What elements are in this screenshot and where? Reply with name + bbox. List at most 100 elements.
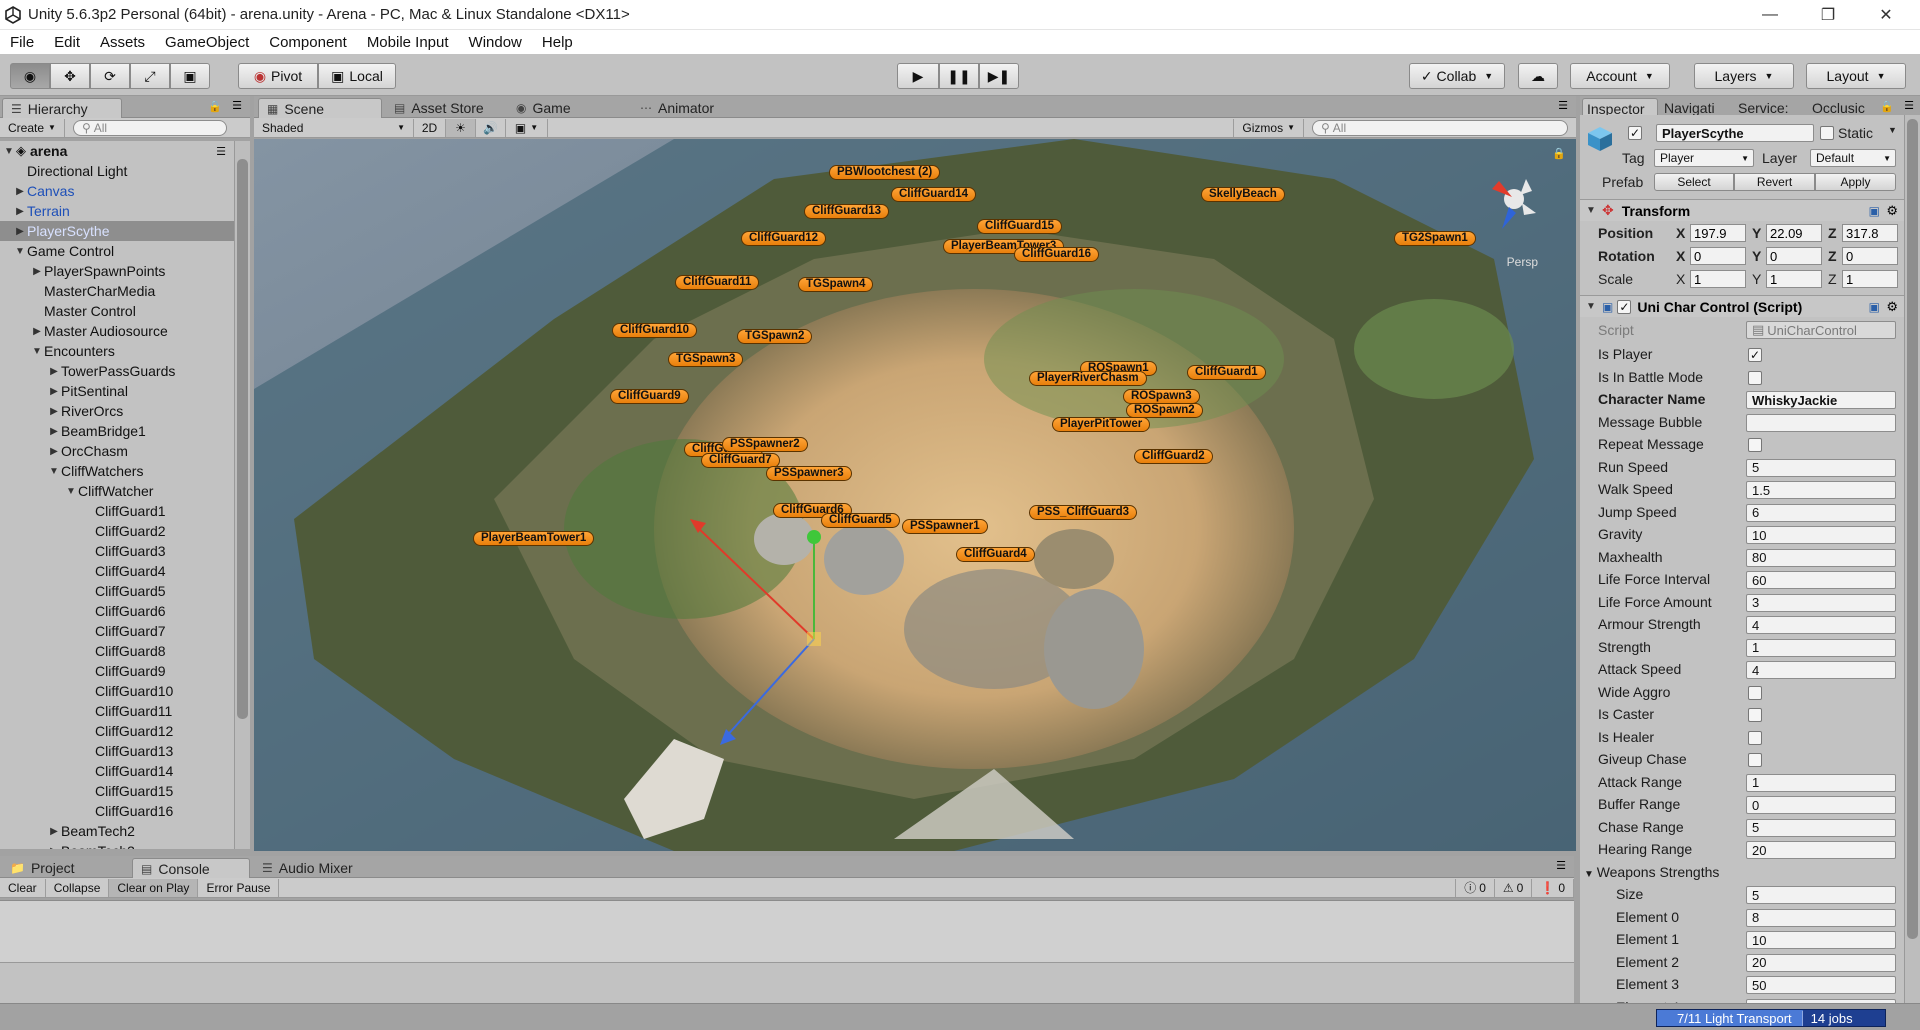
step-button[interactable]: ▶❚ xyxy=(979,63,1019,89)
weapons-strengths-foldout[interactable]: ▼ Weapons Strengths xyxy=(1584,864,1719,880)
expand-arrow-icon[interactable]: ▶ xyxy=(47,426,61,437)
tab-console[interactable]: ▤ Console xyxy=(132,858,250,878)
2d-toggle[interactable]: 2D xyxy=(414,118,446,137)
axis-label-x[interactable]: X xyxy=(1676,225,1685,241)
hierarchy-scroll-thumb[interactable] xyxy=(237,159,248,719)
hierarchy-item[interactable]: MasterCharMedia xyxy=(0,281,234,301)
scene-object-label[interactable]: PSSpawner1 xyxy=(902,519,988,534)
tab-asset-store[interactable]: ▤ Asset Store xyxy=(386,98,496,118)
panel-menu-icon[interactable]: ☰ xyxy=(232,99,242,112)
warning-filter-toggle[interactable]: ⚠ 0 xyxy=(1495,878,1533,897)
account-dropdown[interactable]: Account ▼ xyxy=(1570,63,1670,89)
property-field[interactable]: 1 xyxy=(1746,638,1896,657)
property-field[interactable]: 4 xyxy=(1746,661,1896,679)
tab-game[interactable]: ◉ Game xyxy=(508,98,583,118)
gizmo-center[interactable] xyxy=(807,632,821,646)
weapon-element-field[interactable]: 10 xyxy=(1746,931,1896,949)
scene-object-label[interactable]: CliffGuard1 xyxy=(1187,365,1266,380)
property-field[interactable]: 0 xyxy=(1746,796,1896,814)
inspector-scroll-thumb[interactable] xyxy=(1907,119,1918,939)
error-filter-toggle[interactable]: ❗ 0 xyxy=(1532,878,1574,897)
property-field[interactable]: 60 xyxy=(1746,571,1896,589)
scene-object-label[interactable]: PBWlootchest (2) xyxy=(829,165,941,180)
scene-object-label[interactable]: CliffGuard15 xyxy=(977,219,1063,234)
expand-arrow-icon[interactable]: ▶ xyxy=(47,366,61,377)
hierarchy-item[interactable]: Directional Light xyxy=(0,161,234,181)
hierarchy-item[interactable]: ▼ CliffWatchers xyxy=(0,461,234,481)
collapse-button[interactable]: Collapse xyxy=(46,878,110,897)
collapse-arrow-icon[interactable]: ▼ xyxy=(30,346,44,357)
hierarchy-item[interactable]: ▶ TowerPassGuards xyxy=(0,361,234,381)
hierarchy-item[interactable]: CliffGuard13 xyxy=(0,741,234,761)
lock-icon[interactable]: 🔒 xyxy=(1880,100,1894,113)
clear-button[interactable]: Clear xyxy=(0,878,46,897)
scene-menu-icon[interactable]: ☰ xyxy=(216,145,226,158)
axis-label-y[interactable]: Y xyxy=(1752,271,1761,287)
property-checkbox[interactable] xyxy=(1748,753,1762,767)
position-z-field[interactable]: 317.8 xyxy=(1842,224,1898,242)
hierarchy-item[interactable]: CliffGuard9 xyxy=(0,661,234,681)
property-field[interactable]: 80 xyxy=(1746,548,1896,567)
property-field[interactable]: 4 xyxy=(1746,616,1896,634)
hierarchy-item[interactable]: ▶ PitSentinal xyxy=(0,381,234,401)
expand-arrow-icon[interactable]: ▼ xyxy=(2,146,16,157)
dropdown-arrow-icon[interactable]: ▼ xyxy=(1888,125,1897,135)
hierarchy-item[interactable]: CliffGuard7 xyxy=(0,621,234,641)
hierarchy-item[interactable]: Master Control xyxy=(0,301,234,321)
tab-hierarchy[interactable]: ☰ Hierarchy xyxy=(2,98,122,118)
property-checkbox[interactable] xyxy=(1748,370,1762,385)
expand-arrow-icon[interactable]: ▶ xyxy=(13,206,27,217)
menu-help[interactable]: Help xyxy=(532,34,583,51)
hierarchy-item[interactable]: ▶ PlayerScythe xyxy=(0,221,234,241)
pause-button[interactable]: ❚❚ xyxy=(939,63,979,89)
panel-menu-icon[interactable]: ☰ xyxy=(1904,99,1914,112)
play-button[interactable]: ▶ xyxy=(897,63,939,89)
component-enabled-checkbox[interactable]: ✓ xyxy=(1617,299,1632,314)
menu-assets[interactable]: Assets xyxy=(90,34,155,51)
hierarchy-item[interactable]: ▶ RiverOrcs xyxy=(0,401,234,421)
hierarchy-item[interactable]: ▼ Game Control xyxy=(0,241,234,261)
scene-search-input[interactable]: ⚲ All xyxy=(1312,119,1568,136)
shading-dropdown[interactable]: Shaded ▼ xyxy=(254,118,414,137)
local-toggle[interactable]: ▣ Local xyxy=(318,63,396,89)
hierarchy-search-input[interactable]: ⚲ All xyxy=(72,119,227,136)
gizmos-dropdown[interactable]: Gizmos ▼ xyxy=(1233,118,1304,137)
tag-dropdown[interactable]: Player ▼ xyxy=(1654,149,1754,167)
tab-audio-mixer[interactable]: ☰ Audio Mixer xyxy=(254,858,365,878)
expand-arrow-icon[interactable]: ▶ xyxy=(47,846,61,850)
console-messages[interactable] xyxy=(0,901,1574,963)
scene-object-label[interactable]: CliffGuard12 xyxy=(741,231,827,246)
expand-arrow-icon[interactable]: ▶ xyxy=(30,266,44,277)
axis-label-y[interactable]: Y xyxy=(1752,225,1761,241)
settings-gear-icon[interactable]: ⚙ xyxy=(1886,299,1898,315)
property-checkbox[interactable] xyxy=(1748,730,1762,745)
settings-gear-icon[interactable]: ⚙ xyxy=(1886,203,1898,219)
expand-arrow-icon[interactable]: ▶ xyxy=(13,226,27,237)
scene-object-label[interactable]: CliffGuard2 xyxy=(1134,449,1213,464)
gizmo-y-handle[interactable] xyxy=(807,530,821,544)
hierarchy-item[interactable]: CliffGuard16 xyxy=(0,801,234,821)
property-field[interactable]: 20 xyxy=(1746,841,1896,859)
help-icon[interactable]: ▣ xyxy=(1869,204,1880,218)
property-field[interactable]: 6 xyxy=(1746,503,1896,522)
axis-label-z[interactable]: Z xyxy=(1828,225,1837,241)
scene-object-label[interactable]: TGSpawn2 xyxy=(737,329,813,344)
scene-object-label[interactable]: TG2Spawn1 xyxy=(1394,231,1476,246)
rotate-tool-button[interactable]: ⟳ xyxy=(90,63,130,89)
panel-menu-icon[interactable]: ☰ xyxy=(1558,99,1568,112)
menu-gameobject[interactable]: GameObject xyxy=(155,34,259,51)
property-field[interactable]: 5 xyxy=(1746,818,1896,837)
scale-x-field[interactable]: 1 xyxy=(1690,270,1746,288)
property-checkbox[interactable] xyxy=(1748,708,1762,722)
weapon-element-field[interactable]: 8 xyxy=(1746,908,1896,927)
console-log-area[interactable] xyxy=(0,900,1574,1003)
clear-on-play-toggle[interactable]: Clear on Play xyxy=(109,878,199,897)
hierarchy-scrollbar[interactable] xyxy=(234,141,250,849)
property-field[interactable]: 5 xyxy=(1746,458,1896,477)
scene-object-label[interactable]: CliffGuard16 xyxy=(1014,247,1100,262)
property-field[interactable]: 3 xyxy=(1746,593,1896,612)
minimize-button[interactable]: — xyxy=(1741,0,1799,30)
property-field[interactable] xyxy=(1746,413,1896,432)
hierarchy-item[interactable]: ▶ OrcChasm xyxy=(0,441,234,461)
scale-z-field[interactable]: 1 xyxy=(1842,270,1898,288)
